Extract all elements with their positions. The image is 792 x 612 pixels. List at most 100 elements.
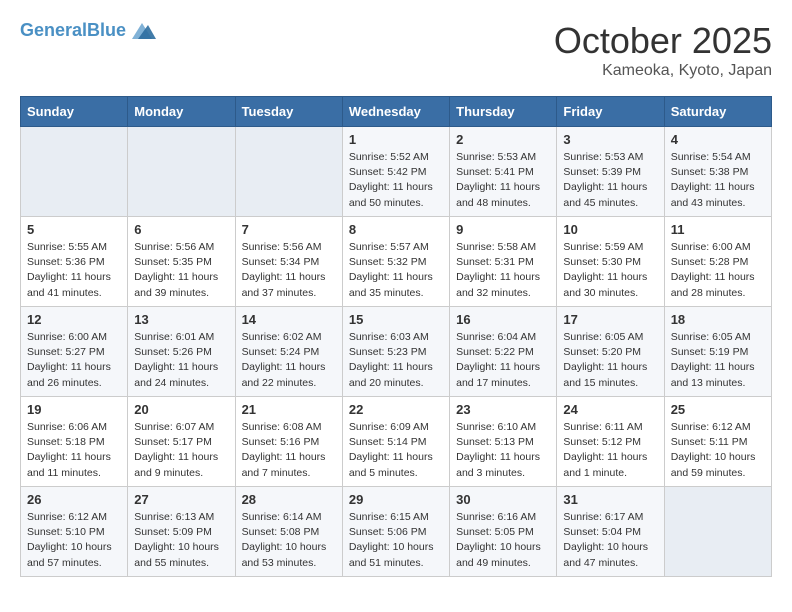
day-number: 25 (671, 402, 765, 417)
day-number: 1 (349, 132, 443, 147)
day-number: 17 (563, 312, 657, 327)
calendar-cell: 20Sunrise: 6:07 AM Sunset: 5:17 PM Dayli… (128, 397, 235, 487)
day-number: 2 (456, 132, 550, 147)
day-info: Sunrise: 5:56 AM Sunset: 5:35 PM Dayligh… (134, 240, 228, 301)
title-block: October 2025 Kameoka, Kyoto, Japan (554, 20, 772, 80)
calendar-cell (21, 127, 128, 217)
logo-text: GeneralBlue (20, 20, 126, 41)
day-info: Sunrise: 6:05 AM Sunset: 5:19 PM Dayligh… (671, 330, 765, 391)
day-number: 7 (242, 222, 336, 237)
day-number: 10 (563, 222, 657, 237)
day-info: Sunrise: 6:16 AM Sunset: 5:05 PM Dayligh… (456, 510, 550, 571)
calendar-cell: 8 Sunrise: 5:57 AM Sunset: 5:32 PM Daylig… (342, 217, 449, 307)
day-info: Sunrise: 6:02 AM Sunset: 5:24 PM Dayligh… (242, 330, 336, 391)
day-number: 19 (27, 402, 121, 417)
day-info: Sunrise: 6:09 AM Sunset: 5:14 PM Dayligh… (349, 420, 443, 481)
calendar-title: October 2025 (554, 20, 772, 62)
calendar-cell: 15 Sunrise: 6:03 AM Sunset: 5:23 PM Dayli… (342, 307, 449, 397)
calendar-cell: 3 Sunrise: 5:53 AM Sunset: 5:39 PM Daylig… (557, 127, 664, 217)
day-number: 30 (456, 492, 550, 507)
day-info: Sunrise: 6:17 AM Sunset: 5:04 PM Dayligh… (563, 510, 657, 571)
day-number: 11 (671, 222, 765, 237)
day-number: 8 (349, 222, 443, 237)
weekday-header: Tuesday (235, 97, 342, 127)
day-number: 13 (134, 312, 228, 327)
weekday-header: Thursday (450, 97, 557, 127)
day-info: Sunrise: 6:04 AM Sunset: 5:22 PM Dayligh… (456, 330, 550, 391)
day-number: 4 (671, 132, 765, 147)
day-number: 27 (134, 492, 228, 507)
calendar-cell (128, 127, 235, 217)
day-number: 26 (27, 492, 121, 507)
day-info: Sunrise: 6:06 AM Sunset: 5:18 PM Dayligh… (27, 420, 121, 481)
day-number: 28 (242, 492, 336, 507)
calendar-cell: 12 Sunrise: 6:00 AM Sunset: 5:27 PM Dayli… (21, 307, 128, 397)
calendar-cell: 1 Sunrise: 5:52 AM Sunset: 5:42 PM Daylig… (342, 127, 449, 217)
day-number: 12 (27, 312, 121, 327)
calendar-cell: 11 Sunrise: 6:00 AM Sunset: 5:28 PM Dayli… (664, 217, 771, 307)
calendar-cell: 19 Sunrise: 6:06 AM Sunset: 5:18 PM Dayli… (21, 397, 128, 487)
day-info: Sunrise: 5:53 AM Sunset: 5:41 PM Dayligh… (456, 150, 550, 211)
calendar-cell: 6Sunrise: 5:56 AM Sunset: 5:35 PM Daylig… (128, 217, 235, 307)
day-info: Sunrise: 5:53 AM Sunset: 5:39 PM Dayligh… (563, 150, 657, 211)
day-number: 9 (456, 222, 550, 237)
day-info: Sunrise: 5:55 AM Sunset: 5:36 PM Dayligh… (27, 240, 121, 301)
day-info: Sunrise: 5:52 AM Sunset: 5:42 PM Dayligh… (349, 150, 443, 211)
day-info: Sunrise: 6:03 AM Sunset: 5:23 PM Dayligh… (349, 330, 443, 391)
day-number: 5 (27, 222, 121, 237)
day-number: 31 (563, 492, 657, 507)
day-info: Sunrise: 5:59 AM Sunset: 5:30 PM Dayligh… (563, 240, 657, 301)
day-number: 21 (242, 402, 336, 417)
calendar-cell: 5 Sunrise: 5:55 AM Sunset: 5:36 PM Daylig… (21, 217, 128, 307)
weekday-header: Friday (557, 97, 664, 127)
weekday-header: Wednesday (342, 97, 449, 127)
day-info: Sunrise: 6:13 AM Sunset: 5:09 PM Dayligh… (134, 510, 228, 571)
calendar-subtitle: Kameoka, Kyoto, Japan (554, 62, 772, 80)
calendar-cell: 16 Sunrise: 6:04 AM Sunset: 5:22 PM Dayli… (450, 307, 557, 397)
calendar-cell: 4 Sunrise: 5:54 AM Sunset: 5:38 PM Daylig… (664, 127, 771, 217)
day-number: 24 (563, 402, 657, 417)
calendar-cell: 30 Sunrise: 6:16 AM Sunset: 5:05 PM Dayli… (450, 487, 557, 577)
day-info: Sunrise: 6:00 AM Sunset: 5:28 PM Dayligh… (671, 240, 765, 301)
day-info: Sunrise: 6:08 AM Sunset: 5:16 PM Dayligh… (242, 420, 336, 481)
weekday-header: Sunday (21, 97, 128, 127)
calendar-cell: 27 Sunrise: 6:13 AM Sunset: 5:09 PM Dayli… (128, 487, 235, 577)
day-info: Sunrise: 6:15 AM Sunset: 5:06 PM Dayligh… (349, 510, 443, 571)
day-info: Sunrise: 5:56 AM Sunset: 5:34 PM Dayligh… (242, 240, 336, 301)
calendar-cell: 23 Sunrise: 6:10 AM Sunset: 5:13 PM Dayli… (450, 397, 557, 487)
day-info: Sunrise: 6:07 AM Sunset: 5:17 PM Dayligh… (134, 420, 228, 481)
day-info: Sunrise: 6:00 AM Sunset: 5:27 PM Dayligh… (27, 330, 121, 391)
calendar-cell: 7 Sunrise: 5:56 AM Sunset: 5:34 PM Daylig… (235, 217, 342, 307)
day-info: Sunrise: 5:57 AM Sunset: 5:32 PM Dayligh… (349, 240, 443, 301)
calendar-cell (235, 127, 342, 217)
calendar-cell: 29 Sunrise: 6:15 AM Sunset: 5:06 PM Dayli… (342, 487, 449, 577)
calendar-cell: 18Sunrise: 6:05 AM Sunset: 5:19 PM Dayli… (664, 307, 771, 397)
day-info: Sunrise: 6:14 AM Sunset: 5:08 PM Dayligh… (242, 510, 336, 571)
calendar-table: SundayMondayTuesdayWednesdayThursdayFrid… (20, 96, 772, 577)
day-number: 15 (349, 312, 443, 327)
calendar-cell: 2 Sunrise: 5:53 AM Sunset: 5:41 PM Daylig… (450, 127, 557, 217)
calendar-cell: 24 Sunrise: 6:11 AM Sunset: 5:12 PM Dayli… (557, 397, 664, 487)
calendar-cell: 22 Sunrise: 6:09 AM Sunset: 5:14 PM Dayli… (342, 397, 449, 487)
day-info: Sunrise: 6:12 AM Sunset: 5:11 PM Dayligh… (671, 420, 765, 481)
day-info: Sunrise: 6:10 AM Sunset: 5:13 PM Dayligh… (456, 420, 550, 481)
calendar-cell (664, 487, 771, 577)
calendar-cell: 26Sunrise: 6:12 AM Sunset: 5:10 PM Dayli… (21, 487, 128, 577)
day-number: 29 (349, 492, 443, 507)
day-number: 3 (563, 132, 657, 147)
day-number: 22 (349, 402, 443, 417)
day-number: 23 (456, 402, 550, 417)
calendar-cell: 25 Sunrise: 6:12 AM Sunset: 5:11 PM Dayli… (664, 397, 771, 487)
calendar-header-row: SundayMondayTuesdayWednesdayThursdayFrid… (21, 97, 772, 127)
day-number: 14 (242, 312, 336, 327)
calendar-cell: 14 Sunrise: 6:02 AM Sunset: 5:24 PM Dayli… (235, 307, 342, 397)
day-info: Sunrise: 6:01 AM Sunset: 5:26 PM Dayligh… (134, 330, 228, 391)
calendar-header: GeneralBlue October 2025 Kameoka, Kyoto,… (20, 20, 772, 80)
day-number: 16 (456, 312, 550, 327)
calendar-cell: 10 Sunrise: 5:59 AM Sunset: 5:30 PM Dayli… (557, 217, 664, 307)
day-info: Sunrise: 6:05 AM Sunset: 5:20 PM Dayligh… (563, 330, 657, 391)
day-info: Sunrise: 5:54 AM Sunset: 5:38 PM Dayligh… (671, 150, 765, 211)
day-info: Sunrise: 6:11 AM Sunset: 5:12 PM Dayligh… (563, 420, 657, 481)
calendar-cell: 31 Sunrise: 6:17 AM Sunset: 5:04 PM Dayli… (557, 487, 664, 577)
weekday-header: Saturday (664, 97, 771, 127)
